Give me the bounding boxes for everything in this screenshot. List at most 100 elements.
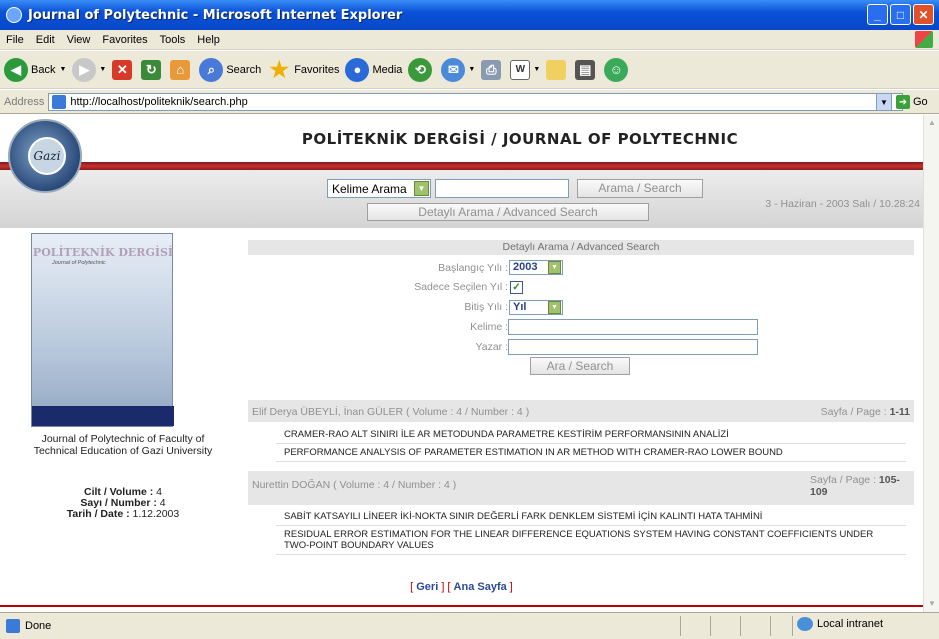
forward-arrow-icon: ▶	[72, 57, 97, 82]
chevron-down-icon: ▼	[414, 181, 429, 196]
refresh-button[interactable]: ↻	[141, 59, 164, 80]
security-zone: Local intranet	[797, 617, 883, 631]
menu-file[interactable]: File	[6, 34, 24, 46]
university-logo: Gazi	[8, 119, 82, 193]
edit-button[interactable]: W ▼	[510, 59, 540, 80]
history-button[interactable]: ⟲	[408, 57, 435, 82]
go-arrow-icon: ➜	[896, 95, 910, 109]
status-bar: Done Local intranet	[0, 612, 939, 639]
chevron-down-icon: ▼	[548, 301, 561, 314]
word-icon: W	[510, 59, 531, 80]
author-label: Yazar :	[475, 341, 508, 353]
keyword-input[interactable]	[508, 319, 758, 335]
search-button[interactable]: ⌕ Search	[199, 57, 261, 82]
menu-help[interactable]: Help	[197, 34, 220, 46]
scroll-down-icon[interactable]: ▼	[924, 596, 939, 612]
result-header: Elif Derya ÜBEYLİ, İnan GÜLER ( Volume :…	[248, 400, 914, 422]
mail-button[interactable]: ✉ ▼	[441, 57, 475, 82]
advanced-search-submit[interactable]: Ara / Search	[530, 357, 630, 375]
research-button[interactable]: ▤	[575, 59, 598, 80]
home-link[interactable]: Ana Sayfa	[454, 581, 507, 593]
result-authors: Elif Derya ÜBEYLİ, İnan GÜLER ( Volume :…	[252, 406, 530, 418]
mail-icon: ✉	[441, 57, 466, 82]
result-title-en[interactable]: PERFORMANCE ANALYSIS OF PARAMETER ESTIMA…	[276, 444, 906, 462]
menu-view[interactable]: View	[67, 34, 91, 46]
messenger-icon: ☺	[604, 57, 629, 82]
stop-icon: ✕	[112, 59, 133, 80]
back-link[interactable]: Geri	[416, 581, 438, 593]
result-pages: Sayfa / Page : 105-109	[810, 474, 900, 498]
back-button[interactable]: ◀ Back ▼	[4, 57, 66, 82]
address-input[interactable]: http://localhost/politeknik/search.php	[48, 92, 904, 111]
result-title-en[interactable]: RESIDUAL ERROR ESTIMATION FOR THE LINEAR…	[276, 526, 906, 555]
refresh-icon: ↻	[141, 59, 162, 80]
menu-favorites[interactable]: Favorites	[102, 34, 147, 46]
home-button[interactable]: ⌂	[170, 59, 193, 80]
favorites-button[interactable]: ★ Favorites	[267, 56, 339, 82]
status-text: Done	[25, 620, 52, 632]
end-year-label: Bitiş Yılı :	[464, 301, 508, 313]
intranet-icon	[797, 617, 813, 631]
back-arrow-icon: ◀	[4, 57, 28, 82]
page-title: POLİTEKNİK DERGİSİ / JOURNAL OF POLYTECH…	[301, 130, 739, 148]
menu-edit[interactable]: Edit	[36, 34, 55, 46]
only-selected-year-label: Sadece Seçilen Yıl :	[414, 281, 508, 293]
home-icon: ⌂	[170, 59, 191, 80]
stop-button[interactable]: ✕	[112, 59, 135, 80]
scroll-up-icon[interactable]: ▲	[924, 115, 939, 131]
address-bar: Address http://localhost/politeknik/sear…	[0, 90, 939, 114]
address-url: http://localhost/politeknik/search.php	[70, 95, 248, 108]
start-year-select[interactable]: 2003 ▼	[509, 260, 563, 275]
ie-icon	[6, 7, 22, 23]
quick-search-button[interactable]: Arama / Search	[577, 179, 703, 198]
discuss-button[interactable]	[546, 59, 569, 80]
result-title-tr[interactable]: CRAMER-RAO ALT SINIRI İLE AR METODUNDA P…	[276, 426, 906, 444]
start-year-label: Başlangıç Yılı :	[438, 262, 508, 274]
result-authors: Nurettin DOĞAN ( Volume : 4 / Number : 4…	[252, 479, 457, 491]
media-button[interactable]: ● Media	[345, 57, 402, 82]
page-icon	[52, 94, 67, 109]
end-year-select[interactable]: Yıl ▼	[509, 300, 563, 315]
minimize-button[interactable]: _	[867, 4, 888, 25]
issue-info: Cilt / Volume : 4 Sayı / Number : 4 Tari…	[66, 486, 180, 520]
print-button[interactable]: ⎙	[481, 59, 504, 80]
page-content: Gazi POLİTEKNİK DERGİSİ / JOURNAL OF POL…	[0, 115, 923, 612]
forward-button[interactable]: ▶ ▼	[72, 57, 106, 82]
media-icon: ●	[345, 57, 370, 82]
journal-caption: Journal of Polytechnic of Faculty of Tec…	[33, 433, 213, 457]
maximize-button[interactable]: □	[890, 4, 911, 25]
author-input[interactable]	[508, 339, 758, 355]
chevron-down-icon: ▼	[548, 261, 561, 274]
address-dropdown[interactable]: ▼	[876, 93, 892, 111]
only-selected-year-checkbox[interactable]: ✓	[510, 281, 523, 294]
result-header: Nurettin DOĞAN ( Volume : 4 / Number : 4…	[248, 471, 914, 505]
windows-logo-icon	[915, 31, 933, 48]
page-done-icon	[6, 619, 20, 633]
research-icon: ▤	[575, 59, 596, 80]
journal-cover-image: POLİTEKNİK DERGİSİ Journal of Polytechni…	[31, 233, 174, 427]
result-pages: Sayfa / Page : 1-11	[820, 406, 910, 418]
search-type-select[interactable]: Kelime Arama ▼	[327, 179, 431, 198]
footer-divider	[0, 605, 923, 607]
menu-bar: File Edit View Favorites Tools Help	[0, 30, 939, 50]
history-icon: ⟲	[408, 57, 433, 82]
bottom-nav: [ Geri ] [ Ana Sayfa ]	[410, 581, 513, 593]
menu-tools[interactable]: Tools	[160, 34, 186, 46]
quick-search-input[interactable]	[435, 179, 569, 198]
result-title-tr[interactable]: SABİT KATSAYILI LİNEER İKİ-NOKTA SINIR D…	[276, 508, 906, 526]
window-title: Journal of Polytechnic - Microsoft Inter…	[28, 7, 403, 23]
toolbar: ◀ Back ▼ ▶ ▼ ✕ ↻ ⌂ ⌕ Search ★ Favorites ● …	[0, 51, 939, 89]
close-button[interactable]: ✕	[913, 4, 934, 25]
current-date: 3 - Haziran - 2003 Salı / 10.28:24	[765, 198, 920, 210]
address-label: Address	[4, 95, 45, 108]
vertical-scrollbar[interactable]: ▲ ▼	[923, 115, 939, 612]
messenger-button[interactable]: ☺	[604, 57, 631, 82]
go-button[interactable]: ➜ Go	[896, 95, 928, 109]
print-icon: ⎙	[481, 59, 502, 80]
search-icon: ⌕	[199, 57, 224, 82]
advanced-search-button[interactable]: Detaylı Arama / Advanced Search	[367, 203, 649, 221]
advanced-search-heading: Detaylı Arama / Advanced Search	[248, 240, 914, 255]
site-header: Gazi POLİTEKNİK DERGİSİ / JOURNAL OF POL…	[0, 115, 923, 235]
keyword-label: Kelime :	[470, 321, 508, 333]
star-icon: ★	[269, 56, 290, 82]
